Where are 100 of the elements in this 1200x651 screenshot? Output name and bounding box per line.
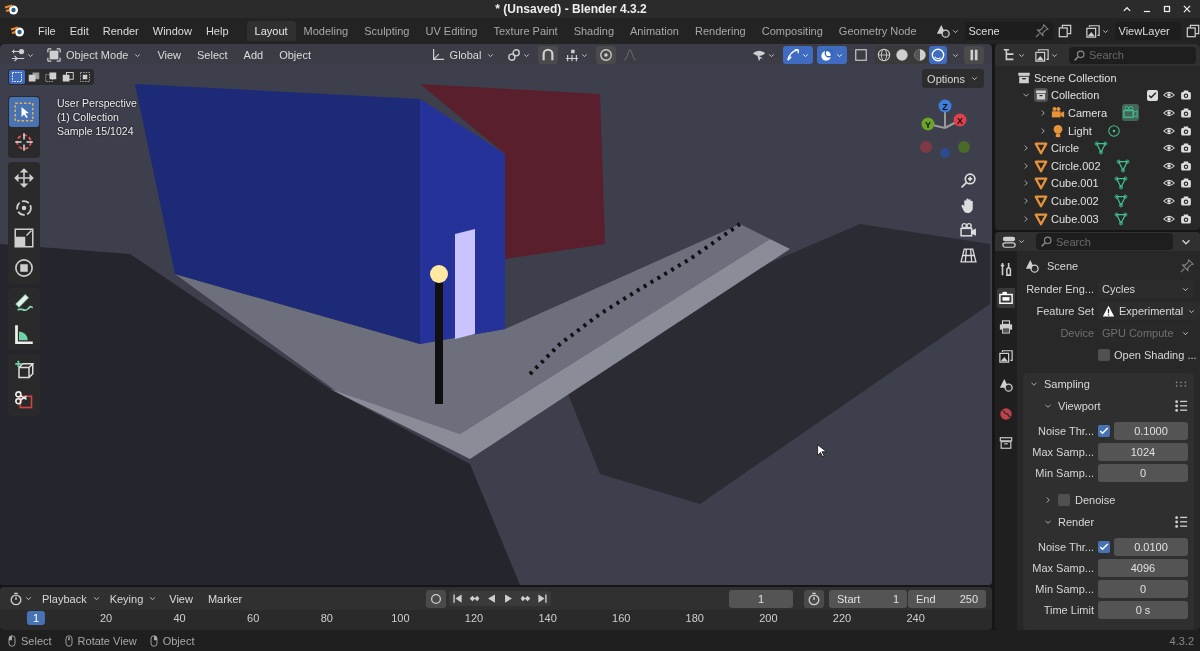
axis-label[interactable]: Y bbox=[921, 117, 935, 131]
outliner-row[interactable]: Cube.002 bbox=[1001, 192, 1200, 210]
outliner-row[interactable]: Circle.002 bbox=[1001, 156, 1200, 175]
frame-number: 100 bbox=[391, 612, 410, 624]
field-label: Max Samp... bbox=[1031, 446, 1094, 458]
number-field[interactable]: 0 bbox=[1098, 464, 1188, 482]
number-field[interactable]: 1024 bbox=[1098, 443, 1188, 461]
field-label: Render Eng... bbox=[1025, 283, 1094, 295]
object-name: Light bbox=[1068, 124, 1092, 137]
start-frame-field[interactable]: Start 1 bbox=[829, 589, 907, 608]
context-label: Scene bbox=[1047, 260, 1079, 272]
menu-item[interactable]: View bbox=[163, 589, 199, 608]
workspace-tab[interactable]: Compositing bbox=[753, 21, 831, 41]
subpanel-title: Viewport bbox=[1058, 400, 1101, 412]
field-label: End bbox=[916, 592, 936, 605]
current-frame-field[interactable]: 1 bbox=[729, 589, 793, 608]
search-field[interactable]: Search bbox=[1036, 233, 1173, 250]
menu-item[interactable]: View bbox=[151, 46, 188, 64]
frame-number: 20 bbox=[99, 612, 113, 624]
field-label: Min Samp... bbox=[1034, 467, 1094, 479]
panel-title: Sampling bbox=[1044, 378, 1090, 390]
viewport-info-text: Sample 15/1024 bbox=[57, 125, 135, 137]
window-title: * (Unsaved) - Blender 4.3.2 bbox=[494, 2, 648, 16]
workspace-tab[interactable]: Shading bbox=[565, 21, 623, 41]
end-frame-field[interactable]: End 250 bbox=[908, 589, 986, 608]
field-label: Feature Set bbox=[1035, 305, 1094, 317]
subpanel-header[interactable]: Denoise bbox=[1023, 489, 1194, 511]
menu-item[interactable]: Help bbox=[199, 22, 235, 40]
frame-number: 160 bbox=[612, 612, 631, 624]
frame-number: 40 bbox=[173, 612, 186, 624]
object-name: Camera bbox=[1068, 107, 1108, 119]
axis-label[interactable]: X bbox=[953, 113, 967, 127]
subpanel-title: Denoise bbox=[1075, 494, 1116, 506]
frame-number: 60 bbox=[247, 612, 260, 624]
outliner-row[interactable]: Cube.003 bbox=[1001, 209, 1200, 228]
menu-item[interactable]: Marker bbox=[201, 589, 249, 608]
menu-item[interactable]: Window bbox=[146, 22, 198, 40]
status-hint: Select bbox=[21, 634, 52, 647]
menu-item[interactable]: File bbox=[32, 22, 62, 40]
subpanel-title: Render bbox=[1058, 516, 1095, 528]
options-dropdown[interactable]: Options bbox=[922, 69, 984, 88]
workspace-tab[interactable]: Modeling bbox=[295, 21, 357, 41]
frame-number: 120 bbox=[464, 612, 484, 624]
outliner-row[interactable]: Light bbox=[1001, 121, 1200, 140]
subpanel-header[interactable]: Viewport bbox=[1023, 395, 1194, 417]
scene-name-field[interactable]: Scene bbox=[964, 22, 1053, 40]
object-name: Scene Collection bbox=[1034, 71, 1117, 84]
workspace-tab[interactable]: Rendering bbox=[686, 21, 754, 41]
number-field[interactable]: 4096 bbox=[1098, 559, 1188, 577]
subpanel-header[interactable]: Render bbox=[1023, 511, 1194, 533]
select-dropdown[interactable]: Cycles bbox=[1098, 280, 1194, 298]
menu-item[interactable]: Object bbox=[273, 46, 317, 64]
object-name: Circle bbox=[1051, 142, 1080, 155]
object-name: Cube.003 bbox=[1051, 212, 1099, 225]
axis-label[interactable]: Z bbox=[938, 99, 952, 113]
frame-number: 240 bbox=[906, 612, 925, 624]
status-hint: Object bbox=[162, 634, 195, 647]
outliner-row[interactable]: Cube.001 bbox=[1001, 174, 1200, 193]
workspace-tab[interactable]: Animation bbox=[622, 21, 687, 41]
workspace-tab[interactable]: Geometry Node bbox=[830, 21, 925, 41]
outliner-row[interactable]: Circle bbox=[1001, 139, 1200, 157]
workspace-tab[interactable]: UV Editing bbox=[417, 21, 486, 41]
frame-number: 200 bbox=[759, 612, 778, 624]
workspace-tab[interactable]: Texture Paint bbox=[485, 21, 566, 41]
field-label: Noise Thr... bbox=[1036, 541, 1094, 553]
field-label: Noise Thr... bbox=[1036, 425, 1094, 437]
number-field[interactable]: 0.1000 bbox=[1114, 422, 1188, 440]
field-label: Time Limit bbox=[1042, 604, 1094, 616]
scene-name: Scene bbox=[968, 25, 1000, 37]
3d-viewport[interactable]: Object Mode View Select Add Object Global Options User Perspective (1) Collection Sample 15/1024 Z Y X bbox=[0, 44, 992, 585]
axis-gizmo-drawing[interactable]: Z Y X bbox=[915, 98, 975, 158]
field-value: 1 bbox=[892, 592, 899, 605]
status-hint: Rotate View bbox=[77, 634, 137, 647]
outliner-row[interactable]: Collection bbox=[1001, 86, 1200, 105]
select-dropdown[interactable]: Experimental bbox=[1098, 302, 1200, 320]
menu-item[interactable]: Add bbox=[237, 46, 270, 64]
outliner-row[interactable]: Scene Collection bbox=[1001, 69, 1200, 87]
orientation-dropdown[interactable]: Global bbox=[425, 46, 501, 64]
number-field[interactable]: 0.0100 bbox=[1114, 538, 1188, 556]
menu-item[interactable]: Edit bbox=[63, 22, 95, 40]
outliner-row[interactable]: Camera bbox=[1001, 104, 1200, 122]
field-label: Min Samp... bbox=[1034, 583, 1094, 595]
workspace-tab[interactable]: Layout bbox=[246, 21, 296, 41]
menu-item[interactable]: Render bbox=[96, 22, 145, 40]
search-field[interactable]: Search bbox=[1069, 46, 1196, 64]
menu-item[interactable]: Select bbox=[191, 46, 234, 64]
panel-header[interactable]: Sampling bbox=[1023, 373, 1194, 395]
frame-number: 180 bbox=[685, 612, 704, 624]
menu-dropdown[interactable]: Keying bbox=[106, 590, 161, 607]
checkbox[interactable]: Open Shading ... bbox=[1098, 349, 1197, 361]
menu-dropdown[interactable]: Playback bbox=[39, 590, 104, 607]
current-frame-marker[interactable]: 1 bbox=[26, 611, 46, 625]
mode-dropdown[interactable]: Object Mode bbox=[42, 46, 148, 64]
number-field[interactable]: 0 s bbox=[1098, 601, 1188, 619]
view-layer-field[interactable]: ViewLayer bbox=[1114, 22, 1181, 40]
field-value: 250 bbox=[959, 592, 978, 605]
version-label: 4.3.2 bbox=[1169, 634, 1194, 647]
number-field[interactable]: 0 bbox=[1098, 580, 1188, 598]
workspace-tab[interactable]: Sculpting bbox=[356, 21, 418, 41]
viewport-info-text: (1) Collection bbox=[57, 111, 120, 123]
